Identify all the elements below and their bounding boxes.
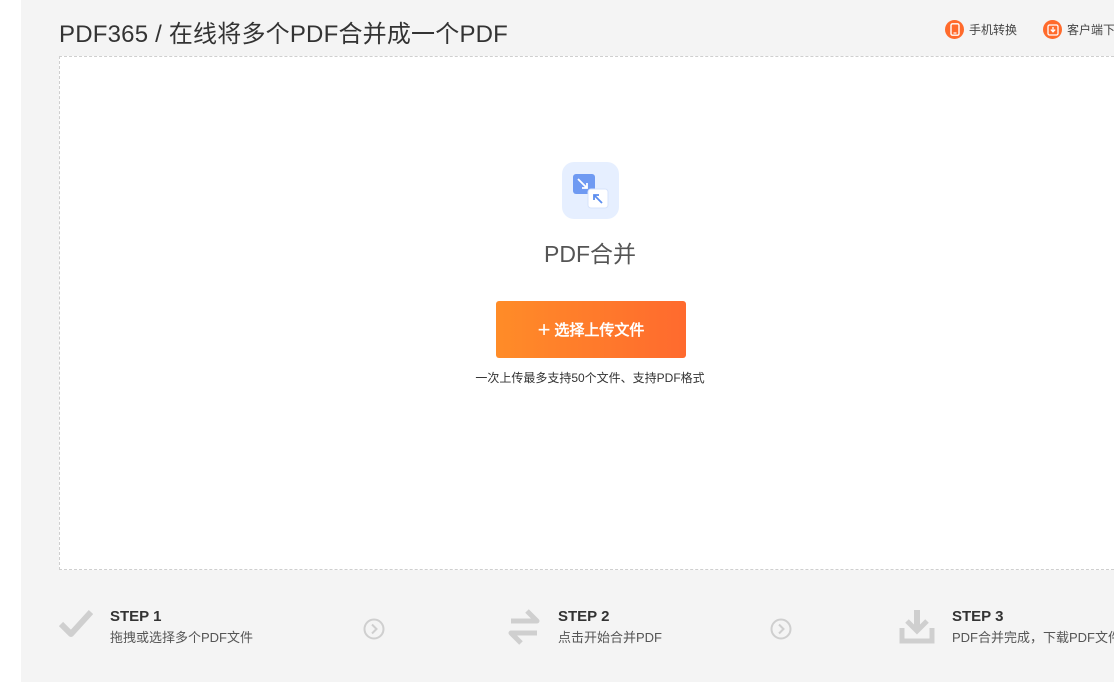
mobile-convert-label: 手机转换 (969, 23, 1018, 37)
step-3-title: STEP 3 (952, 608, 1004, 625)
step-3: STEP 3 PDF合并完成，下载PDF文件 (899, 606, 1114, 649)
download-tray-icon (899, 608, 935, 649)
main-panel: PDF365 / 在线将多个PDF合并成一个PDF 手机转换 客户端下载 (21, 0, 1114, 682)
header-links: 手机转换 客户端下载 (945, 20, 1114, 39)
step-1: STEP 1 拖拽或选择多个PDF文件 (58, 606, 254, 648)
select-upload-file-button[interactable]: + 选择上传文件 (496, 301, 686, 358)
merge-arrows-icon (562, 162, 619, 219)
upload-hint: 一次上传最多支持50个文件、支持PDF格式 (475, 371, 705, 385)
check-icon (58, 608, 94, 643)
client-download-link[interactable]: 客户端下载 (1043, 20, 1114, 39)
phone-icon (945, 20, 964, 39)
download-icon (1043, 20, 1063, 39)
step-2-desc: 点击开始合并PDF (558, 630, 663, 645)
upload-button-label: 选择上传文件 (554, 322, 645, 339)
step-3-desc: PDF合并完成，下载PDF文件 (952, 630, 1114, 645)
chevron-right-circle-icon (363, 618, 385, 640)
chevron-right-circle-icon (770, 618, 792, 640)
tool-name: PDF合并 (544, 241, 636, 267)
upload-drop-zone[interactable]: PDF合并 + 选择上传文件 一次上传最多支持50个文件、支持PDF格式 (59, 56, 1114, 570)
client-download-label: 客户端下载 (1067, 23, 1114, 37)
plus-icon: + (537, 316, 551, 342)
page-title: PDF365 / 在线将多个PDF合并成一个PDF (59, 21, 509, 48)
step-1-title: STEP 1 (110, 608, 162, 625)
step-1-desc: 拖拽或选择多个PDF文件 (110, 630, 254, 645)
step-2-title: STEP 2 (558, 608, 610, 625)
step-2: STEP 2 点击开始合并PDF (507, 606, 662, 651)
mobile-convert-link[interactable]: 手机转换 (945, 20, 1017, 39)
swap-icon (507, 608, 541, 651)
